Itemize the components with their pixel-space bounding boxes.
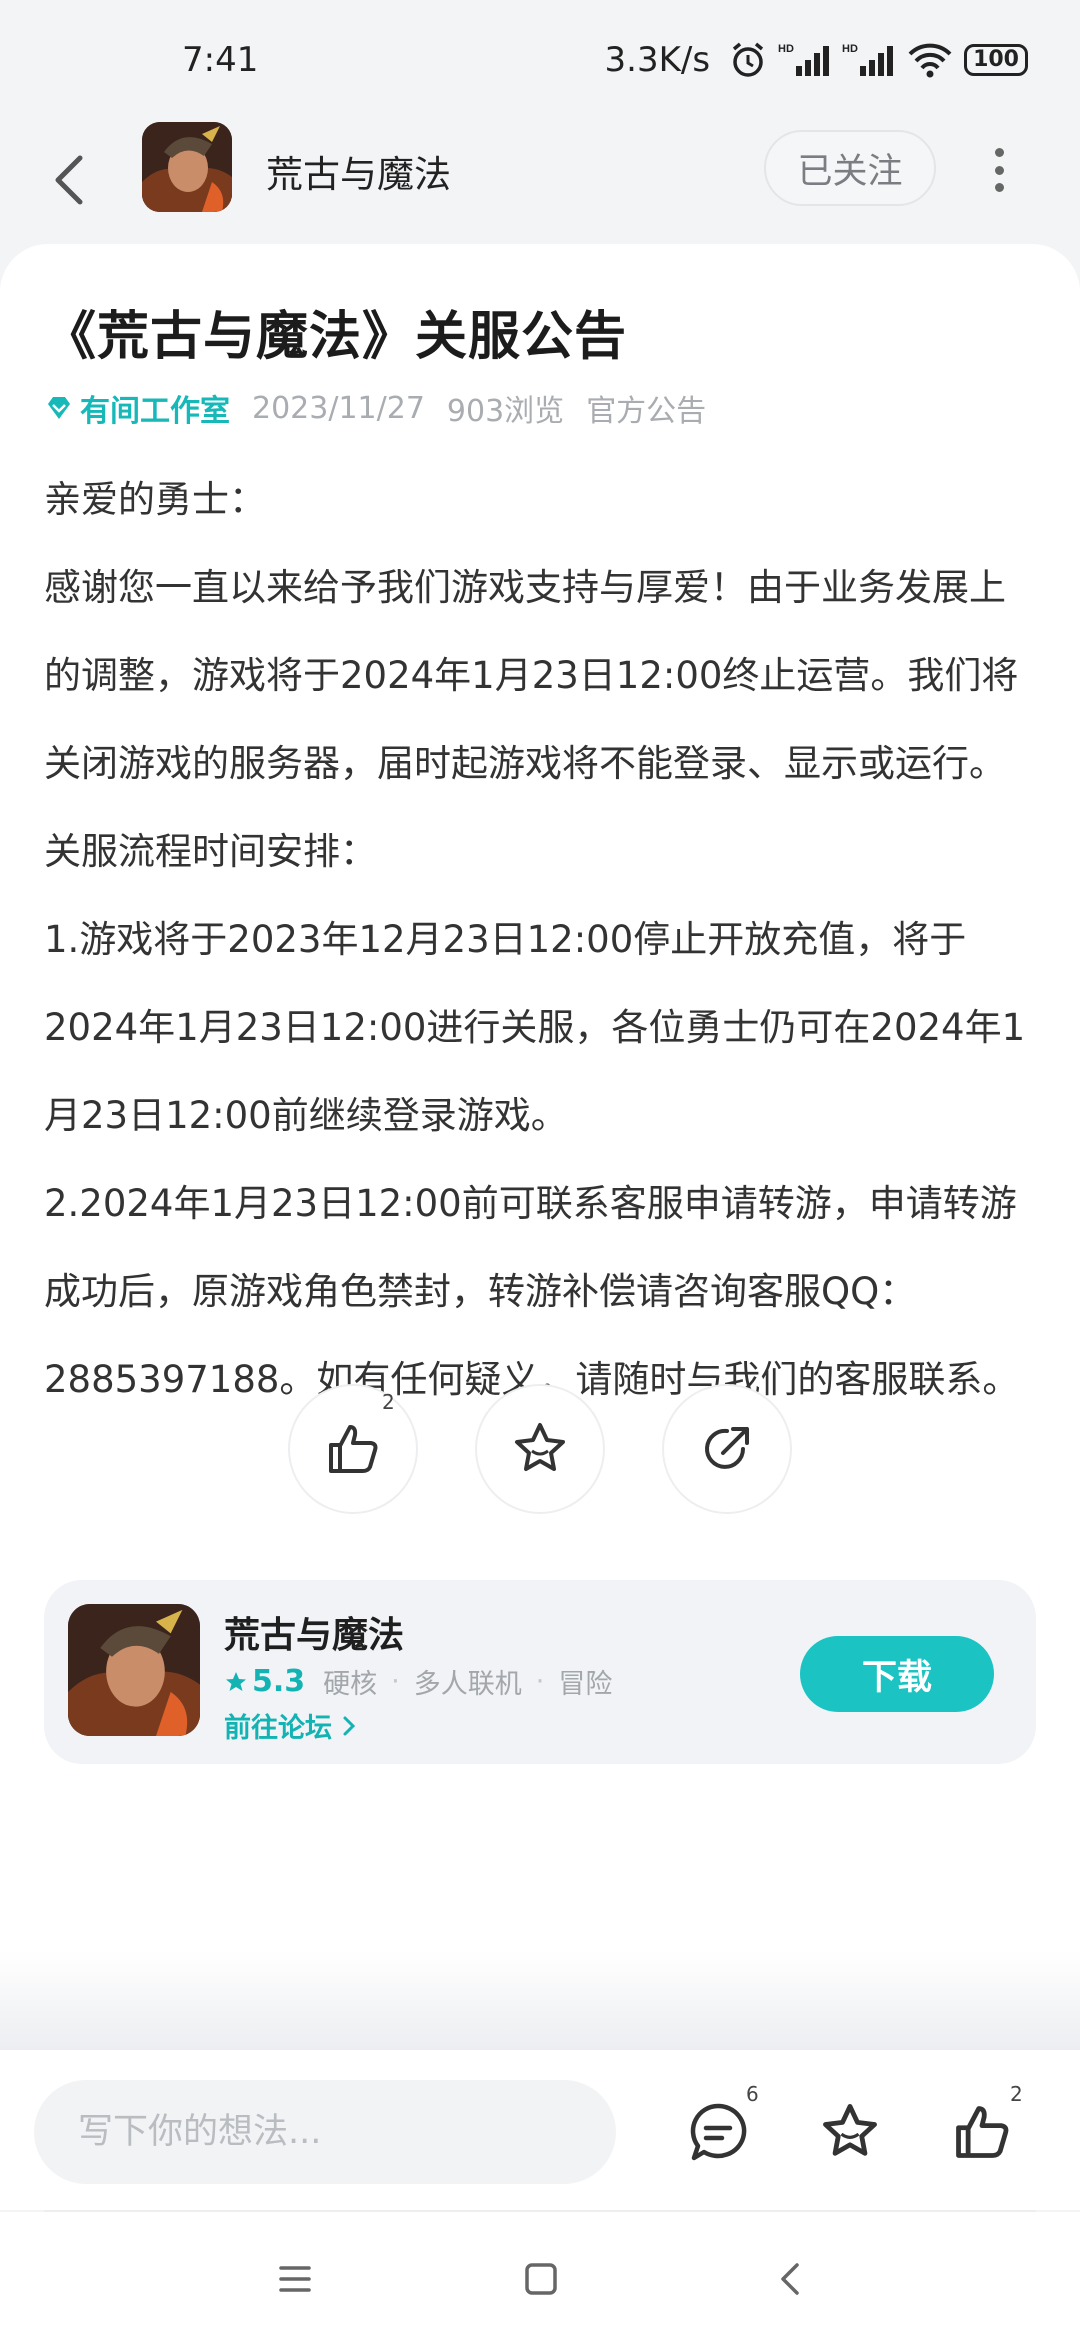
status-bar: 7:41 3.3K/s HD HD 100 [0,0,1080,120]
game-icon [68,1604,200,1736]
comment-input[interactable] [34,2080,616,2184]
star-icon [823,2104,877,2156]
back-button[interactable] [50,142,110,218]
alarm-icon [728,40,768,80]
back-arrow-icon [55,155,83,205]
game-tags: 5.3 硬核 · 多人联机 · 冒险 [224,1662,612,1701]
article-paragraph: 关服流程时间安排： [44,830,377,873]
thumbs-up-icon [329,1425,378,1473]
comment-icon [690,2103,747,2161]
article-meta: 有间工作室 2023/11/27 903浏览 官方公告 [44,386,706,430]
article-card: 《荒古与魔法》关服公告 有间工作室 2023/11/27 903浏览 官方公告 … [0,244,1080,2044]
wifi-icon [906,40,954,80]
favorite-button-bottom[interactable] [814,2096,886,2168]
nav-title: 荒古与魔法 [266,153,451,196]
game-tag: 硬核 [323,1669,378,1700]
favorite-button[interactable] [475,1384,605,1514]
star-icon [515,1423,565,1471]
system-navigation-bar [0,2212,1080,2340]
article-paragraph: 1.游戏将于2023年12月23日12:00停止开放充值，将于2024年1月23… [44,918,1026,1137]
more-vertical-icon[interactable] [984,142,1014,198]
top-navigation: 荒古与魔法 已关注 [0,120,1080,240]
comment-button[interactable]: 6 [682,2082,759,2168]
game-name: 荒古与魔法 [224,1615,405,1656]
thumbs-up-icon [956,2106,1009,2158]
rating-value: 5.3 [252,1664,306,1699]
article-paragraph: 亲爱的勇士： [44,478,266,521]
article-title: 《荒古与魔法》关服公告 [44,307,628,367]
game-promo-card[interactable]: 荒古与魔法 5.3 硬核 · 多人联机 · 冒险 前往论坛 下载 [44,1580,1036,1764]
comment-bar: 6 2 [0,2050,1080,2210]
author-name: 有间工作室 [80,394,230,429]
article-body: 亲爱的勇士： 感谢您一直以来给予我们游戏支持与厚爱！由于业务发展上的调整，游戏将… [44,456,1040,1424]
article-actions: 2 [0,1384,1080,1518]
hd-signal-icon: HD [842,40,896,80]
view-count: 903浏览 [446,394,565,429]
author-link[interactable]: 有间工作室 [44,386,230,430]
svg-text:HD: HD [778,43,794,55]
download-button[interactable]: 下载 [800,1636,994,1712]
battery-icon: 100 [964,44,1028,76]
like-button-bottom[interactable]: 2 [946,2082,1023,2168]
network-speed: 3.3K/s [604,40,711,80]
home-icon[interactable] [516,2254,566,2304]
like-count: 2 [382,1390,395,1414]
game-tag: 冒险 [558,1669,613,1700]
star-filled-icon [226,1671,246,1691]
back-icon[interactable] [766,2254,816,2304]
hd-signal-icon: HD [778,40,832,80]
share-icon [705,1427,749,1469]
forum-link[interactable]: 前往论坛 [224,1706,358,1745]
menu-icon[interactable] [270,2254,320,2304]
article-paragraph: 感谢您一直以来给予我们游戏支持与厚爱！由于业务发展上的调整，游戏将于2024年1… [44,566,1019,785]
forum-link-label: 前往论坛 [224,1713,332,1744]
game-tag: 多人联机 [413,1669,522,1700]
publish-date: 2023/11/27 [252,390,425,426]
chevron-right-icon [343,1716,356,1735]
game-rating: 5.3 [224,1664,305,1699]
comment-count: 6 [746,2082,759,2106]
status-time: 7:41 [182,40,259,80]
share-button[interactable] [662,1384,792,1514]
status-indicators: 3.3K/s HD HD 100 [605,40,1028,80]
like-count-bottom: 2 [1010,2082,1023,2106]
follow-button[interactable]: 已关注 [764,130,936,206]
article-category: 官方公告 [586,394,707,429]
like-button[interactable]: 2 [288,1384,418,1514]
svg-text:HD: HD [842,43,858,55]
verified-diamond-icon [48,397,70,419]
game-avatar[interactable] [142,122,232,212]
